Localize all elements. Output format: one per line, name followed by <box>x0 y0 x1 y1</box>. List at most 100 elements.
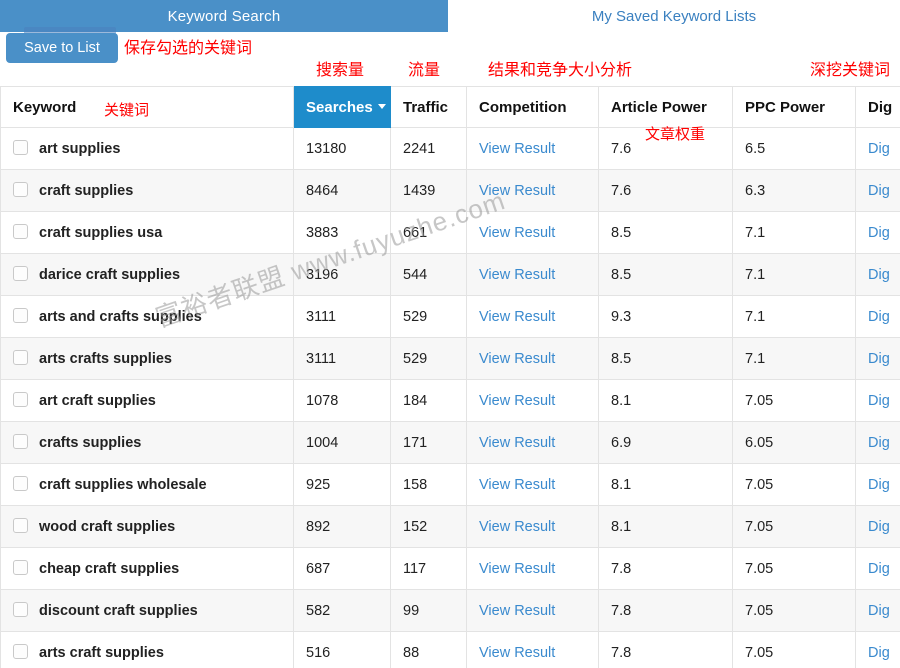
dig-link[interactable]: Dig <box>868 351 890 367</box>
view-result-link[interactable]: View Result <box>479 225 555 241</box>
row-checkbox[interactable] <box>13 224 28 240</box>
keyword-cell: cheap craft supplies <box>0 547 294 590</box>
view-result-link[interactable]: View Result <box>479 141 555 157</box>
save-to-list-button[interactable]: Save to List <box>6 33 118 63</box>
table-row: arts and crafts supplies 3111 529 View Resu… <box>0 295 900 338</box>
dig-cell: Dig <box>855 421 900 464</box>
view-result-link[interactable]: View Result <box>479 603 555 619</box>
searches-cell: 925 <box>293 463 391 506</box>
article-power-cell: 8.1 <box>598 505 733 548</box>
dig-link[interactable]: Dig <box>868 645 890 661</box>
traffic-cell: 529 <box>390 337 467 380</box>
dig-link[interactable]: Dig <box>868 225 890 241</box>
column-header-traffic[interactable]: Traffic <box>390 86 467 128</box>
table-row: discount craft supplies 582 99 View Result 7… <box>0 589 900 632</box>
article-power-cell: 7.8 <box>598 631 733 668</box>
ppc-power-cell: 7.1 <box>732 211 856 254</box>
competition-cell: View Result <box>466 211 599 254</box>
table-row: craft supplies wholesale 925 158 View Resul… <box>0 463 900 506</box>
dig-cell: Dig <box>855 547 900 590</box>
keyword-label: art craft supplies <box>39 392 156 409</box>
keyword-label: wood craft supplies <box>39 518 176 535</box>
searches-cell: 3883 <box>293 211 391 254</box>
dig-link[interactable]: Dig <box>868 477 890 493</box>
column-header-searches[interactable]: Searches <box>293 86 391 128</box>
traffic-cell: 661 <box>390 211 467 254</box>
row-checkbox[interactable] <box>13 350 28 366</box>
article-power-cell: 7.6 <box>598 169 733 212</box>
dig-link[interactable]: Dig <box>868 393 890 409</box>
dig-link[interactable]: Dig <box>868 603 890 619</box>
competition-cell: View Result <box>466 547 599 590</box>
row-checkbox[interactable] <box>13 560 28 576</box>
column-header-article-power[interactable]: Article Power <box>598 86 733 128</box>
view-result-link[interactable]: View Result <box>479 477 555 493</box>
table-row: arts crafts supplies 3111 529 View Result 8.… <box>0 337 900 380</box>
tab-my-saved-keyword-lists[interactable]: My Saved Keyword Lists <box>448 0 900 32</box>
traffic-cell: 184 <box>390 379 467 422</box>
row-checkbox[interactable] <box>13 434 28 450</box>
keyword-cell: discount craft supplies <box>0 589 294 632</box>
dig-link[interactable]: Dig <box>868 183 890 199</box>
view-result-link[interactable]: View Result <box>479 519 555 535</box>
traffic-cell: 152 <box>390 505 467 548</box>
view-result-link[interactable]: View Result <box>479 645 555 661</box>
dig-link[interactable]: Dig <box>868 561 890 577</box>
ppc-power-cell: 7.05 <box>732 589 856 632</box>
ppc-power-cell: 6.05 <box>732 421 856 464</box>
traffic-cell: 171 <box>390 421 467 464</box>
table-body: art supplies 13180 2241 View Result 7.6 6.5 Di… <box>0 127 900 668</box>
row-checkbox[interactable] <box>13 644 28 660</box>
dig-link[interactable]: Dig <box>868 309 890 325</box>
annotation-save-to-list: 保存勾选的关键词 <box>124 38 253 57</box>
ppc-power-cell: 7.1 <box>732 337 856 380</box>
dig-link[interactable]: Dig <box>868 141 890 157</box>
view-result-link[interactable]: View Result <box>479 393 555 409</box>
row-checkbox[interactable] <box>13 266 28 282</box>
competition-cell: View Result <box>466 505 599 548</box>
keyword-results-table-wrapper: Keyword Searches Traffic Competition Art… <box>0 86 900 668</box>
searches-cell: 582 <box>293 589 391 632</box>
row-checkbox[interactable] <box>13 140 28 156</box>
row-checkbox[interactable] <box>13 308 28 324</box>
ppc-power-cell: 7.05 <box>732 547 856 590</box>
view-result-link[interactable]: View Result <box>479 309 555 325</box>
keyword-cell: arts craft supplies <box>0 631 294 668</box>
view-result-link[interactable]: View Result <box>479 561 555 577</box>
article-power-cell: 6.9 <box>598 421 733 464</box>
table-row: art craft supplies 1078 184 View Result 8.1 7… <box>0 379 900 422</box>
row-checkbox[interactable] <box>13 518 28 534</box>
keyword-cell: darice craft supplies <box>0 253 294 296</box>
view-result-link[interactable]: View Result <box>479 267 555 283</box>
keyword-label: discount craft supplies <box>39 602 198 619</box>
dig-link[interactable]: Dig <box>868 519 890 535</box>
table-row: art supplies 13180 2241 View Result 7.6 6.5 Di… <box>0 127 900 170</box>
dig-link[interactable]: Dig <box>868 435 890 451</box>
row-checkbox[interactable] <box>13 476 28 492</box>
keyword-label: craft supplies wholesale <box>39 476 207 493</box>
searches-cell: 13180 <box>293 127 391 170</box>
searches-cell: 516 <box>293 631 391 668</box>
dig-link[interactable]: Dig <box>868 267 890 283</box>
table-row: cheap craft supplies 687 117 View Result 7.8… <box>0 547 900 590</box>
column-header-competition[interactable]: Competition <box>466 86 599 128</box>
row-checkbox[interactable] <box>13 602 28 618</box>
ppc-power-cell: 7.05 <box>732 463 856 506</box>
view-result-link[interactable]: View Result <box>479 435 555 451</box>
column-header-ppc-power[interactable]: PPC Power <box>732 86 856 128</box>
annotation-traffic: 流量 <box>408 60 441 79</box>
article-power-cell: 8.5 <box>598 253 733 296</box>
keyword-label: art supplies <box>39 140 121 157</box>
view-result-link[interactable]: View Result <box>479 351 555 367</box>
searches-cell: 892 <box>293 505 391 548</box>
row-checkbox[interactable] <box>13 392 28 408</box>
traffic-cell: 117 <box>390 547 467 590</box>
article-power-cell: 7.8 <box>598 589 733 632</box>
dig-cell: Dig <box>855 505 900 548</box>
article-power-cell: 9.3 <box>598 295 733 338</box>
row-checkbox[interactable] <box>13 182 28 198</box>
view-result-link[interactable]: View Result <box>479 183 555 199</box>
competition-cell: View Result <box>466 589 599 632</box>
keyword-cell: craft supplies wholesale <box>0 463 294 506</box>
column-header-dig[interactable]: Dig <box>855 86 900 128</box>
